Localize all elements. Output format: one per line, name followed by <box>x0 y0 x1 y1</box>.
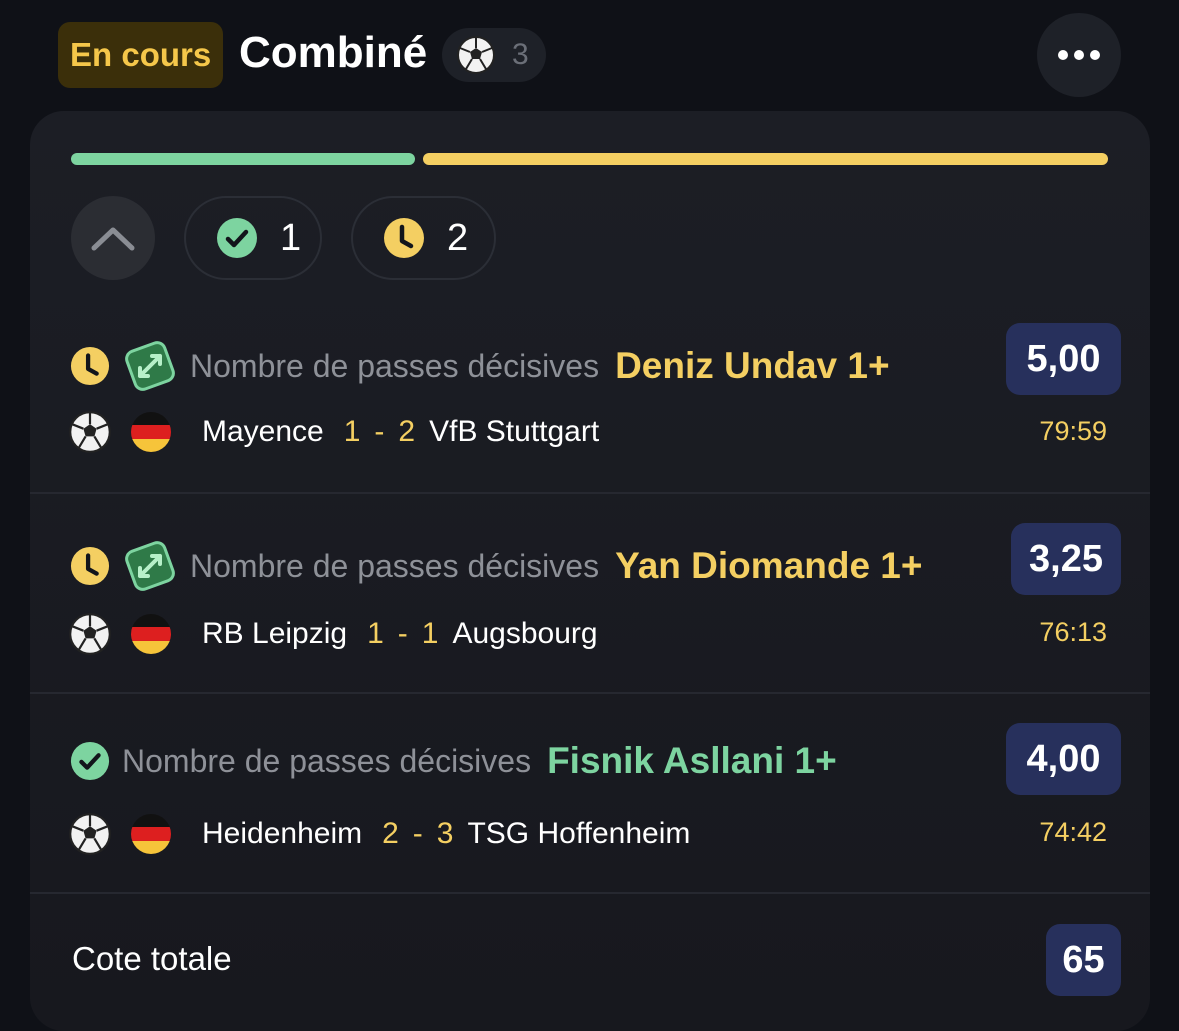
pending-progress-segment <box>423 153 1108 165</box>
match-clock: 79:59 <box>1039 416 1107 446</box>
ellipsis-dot <box>1074 50 1084 60</box>
selection-count-chip: 3 <box>442 28 546 82</box>
check-circle-icon <box>70 741 110 781</box>
pending-filter-pill[interactable]: 2 <box>351 196 496 280</box>
clock-icon <box>384 218 424 258</box>
score-separator: - <box>374 415 385 448</box>
pending-count: 2 <box>447 216 469 259</box>
germany-flag-icon <box>131 814 171 854</box>
home-score: 1 <box>343 415 361 448</box>
odds-badge[interactable]: 5,00 <box>1006 323 1121 395</box>
germany-flag-icon <box>131 412 171 452</box>
clock-icon <box>70 546 110 586</box>
divider <box>30 892 1150 894</box>
won-progress-segment <box>71 153 415 165</box>
won-filter-pill[interactable]: 1 <box>184 196 322 280</box>
total-odds-badge: 65 <box>1046 924 1121 996</box>
market-label: Nombre de passes décisives <box>190 547 600 584</box>
soccer-ball-icon <box>69 613 111 655</box>
market-label: Nombre de passes décisives <box>122 742 532 779</box>
home-team: RB Leipzig <box>202 617 348 650</box>
total-odds-label: Cote totale <box>72 940 232 977</box>
odds-badge[interactable]: 4,00 <box>1006 723 1121 795</box>
status-badge: En cours <box>58 22 224 88</box>
market-label: Nombre de passes décisives <box>190 347 600 384</box>
divider <box>30 492 1150 494</box>
home-score: 1 <box>367 617 384 650</box>
won-count: 1 <box>280 216 302 259</box>
odds-badge[interactable]: 3,25 <box>1011 523 1121 595</box>
collapse-button[interactable] <box>71 196 155 280</box>
home-score: 2 <box>382 817 399 850</box>
boost-arrows-icon <box>125 341 175 391</box>
germany-flag-icon <box>131 614 171 654</box>
divider <box>30 692 1150 694</box>
match-clock: 76:13 <box>1039 617 1107 647</box>
clock-icon <box>70 346 110 386</box>
score-separator: - <box>412 817 423 850</box>
selection-name: Yan Diomande 1+ <box>615 545 923 586</box>
away-team: Augsbourg <box>452 617 598 650</box>
soccer-ball-icon <box>69 813 111 855</box>
check-circle-icon <box>217 218 257 258</box>
selection-name: Fisnik Asllani 1+ <box>547 740 837 781</box>
home-team: Mayence <box>202 415 324 448</box>
away-score: 1 <box>421 617 439 650</box>
away-score: 2 <box>398 415 416 448</box>
ellipsis-icon <box>1058 50 1068 60</box>
home-team: Heidenheim <box>202 817 363 850</box>
ellipsis-dot <box>1090 50 1100 60</box>
away-score: 3 <box>436 817 454 850</box>
boost-arrows-icon <box>125 541 175 591</box>
away-team: VfB Stuttgart <box>429 415 600 448</box>
chevron-up-icon <box>91 227 135 251</box>
away-team: TSG Hoffenheim <box>467 817 691 850</box>
selection-name: Deniz Undav 1+ <box>615 345 890 386</box>
selection-count: 3 <box>512 38 529 71</box>
match-clock: 74:42 <box>1039 817 1107 847</box>
soccer-ball-icon <box>69 411 111 453</box>
more-options-button[interactable] <box>1037 13 1121 97</box>
bet-title: Combiné <box>239 28 428 77</box>
soccer-ball-icon <box>457 36 495 74</box>
score-separator: - <box>397 617 408 650</box>
